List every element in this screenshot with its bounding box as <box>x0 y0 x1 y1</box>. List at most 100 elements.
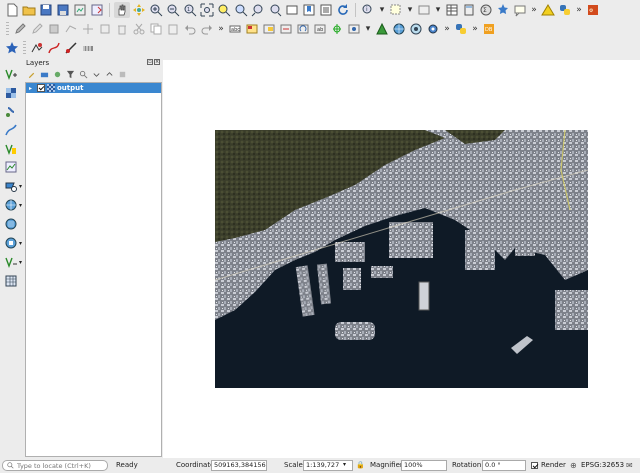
label-move-icon[interactable] <box>278 21 294 37</box>
star-icon[interactable] <box>4 40 20 56</box>
topology-icon[interactable] <box>63 40 79 56</box>
expand-all-icon[interactable] <box>91 69 102 80</box>
add-wms-icon[interactable] <box>3 141 19 157</box>
filter-icon[interactable] <box>65 69 76 80</box>
style-brush-icon[interactable] <box>26 69 37 80</box>
pan-hand-icon[interactable] <box>114 2 130 18</box>
float-panel-icon[interactable]: ▫ <box>147 59 153 65</box>
label-icon[interactable]: abc <box>227 21 243 37</box>
new-map-view-icon[interactable] <box>284 2 300 18</box>
identify-icon[interactable]: i <box>360 2 376 18</box>
measure-icon[interactable] <box>495 2 511 18</box>
zoom-in-icon[interactable] <box>148 2 164 18</box>
crs-label[interactable]: EPSG:32653 <box>581 461 624 469</box>
render-checkbox[interactable] <box>531 462 538 469</box>
deselect-icon[interactable] <box>416 2 432 18</box>
digitize-curve-icon[interactable] <box>46 40 62 56</box>
layout-manager-icon[interactable] <box>89 2 105 18</box>
zoom-native-icon[interactable]: 1 <box>182 2 198 18</box>
add-group-icon[interactable] <box>39 69 50 80</box>
digitize-pencil-icon[interactable] <box>12 21 28 37</box>
attribute-grid-icon[interactable] <box>3 273 19 289</box>
tool-red-icon[interactable]: ⚙ <box>585 2 601 18</box>
globe-tool-icon[interactable] <box>391 21 407 37</box>
refresh-icon[interactable] <box>335 2 351 18</box>
zoom-to-selection-icon[interactable] <box>216 2 232 18</box>
layer-visibility-checkbox[interactable] <box>37 84 45 92</box>
map-canvas[interactable] <box>163 60 640 458</box>
lock-scale-icon[interactable]: 🔒 <box>356 461 365 469</box>
db-manager-icon[interactable]: DB <box>481 21 497 37</box>
add-vector-layer-icon[interactable] <box>3 66 19 82</box>
collapse-all-icon[interactable] <box>104 69 115 80</box>
python-icon[interactable] <box>557 2 573 18</box>
magnifier-spinbox[interactable]: 100% <box>401 460 447 471</box>
geometry-checker-icon[interactable] <box>29 40 45 56</box>
statistics-icon[interactable]: Σ <box>478 2 494 18</box>
locator-input[interactable] <box>17 461 107 470</box>
zoom-out-icon[interactable] <box>165 2 181 18</box>
print-layout-icon[interactable] <box>72 2 88 18</box>
add-wcs-icon[interactable] <box>3 159 19 175</box>
delete-selected-icon[interactable] <box>114 21 130 37</box>
gps-icon[interactable] <box>329 21 345 37</box>
annotation-icon[interactable] <box>512 2 528 18</box>
zoom-last-icon[interactable] <box>250 2 266 18</box>
add-wmts-icon[interactable] <box>3 197 19 213</box>
label-show-icon[interactable] <box>346 21 362 37</box>
rotation-spinbox[interactable]: 0.0 ° <box>482 460 526 471</box>
zoom-to-layer-icon[interactable] <box>233 2 249 18</box>
save-edits-icon[interactable] <box>46 21 62 37</box>
layers-tree[interactable]: ▸ output <box>25 82 162 457</box>
messages-icon[interactable]: ✉ <box>626 461 633 470</box>
show-bookmarks-icon[interactable] <box>318 2 334 18</box>
add-spatialite-icon[interactable] <box>3 104 19 120</box>
add-virtual-layer-icon[interactable] <box>3 235 19 251</box>
new-shapefile-icon[interactable] <box>3 254 19 270</box>
grass-icon[interactable] <box>80 40 96 56</box>
coordinate-capture-icon[interactable] <box>408 21 424 37</box>
plugin-warning-icon[interactable] <box>540 2 556 18</box>
triangle-tool-icon[interactable] <box>374 21 390 37</box>
processing-gear-icon[interactable] <box>425 21 441 37</box>
paste-icon[interactable] <box>165 21 181 37</box>
python-console-icon[interactable] <box>453 21 469 37</box>
bookmark-icon[interactable] <box>301 2 317 18</box>
label-pin-icon[interactable] <box>244 21 260 37</box>
scale-dropdown-icon[interactable]: ▾ <box>343 461 346 468</box>
node-tool-icon[interactable] <box>97 21 113 37</box>
open-project-icon[interactable] <box>21 2 37 18</box>
coordinate-field[interactable]: 509163,3841562 <box>211 460 267 471</box>
locator-bar[interactable] <box>2 460 108 471</box>
add-wfs-icon[interactable] <box>3 178 19 194</box>
label-rotate-icon[interactable] <box>295 21 311 37</box>
add-feature-icon[interactable] <box>63 21 79 37</box>
close-panel-icon[interactable]: × <box>154 59 160 65</box>
new-project-icon[interactable] <box>4 2 20 18</box>
zoom-next-icon[interactable] <box>267 2 283 18</box>
manage-visibility-icon[interactable] <box>52 69 63 80</box>
save-as-icon[interactable] <box>55 2 71 18</box>
copy-icon[interactable] <box>148 21 164 37</box>
label-change-icon[interactable]: ab <box>312 21 328 37</box>
layer-item-output[interactable]: ▸ output <box>26 83 161 93</box>
add-delimited-text-icon[interactable] <box>3 216 19 232</box>
move-feature-icon[interactable] <box>80 21 96 37</box>
add-raster-layer-icon[interactable] <box>3 85 19 101</box>
pan-to-selection-icon[interactable] <box>131 2 147 18</box>
save-project-icon[interactable] <box>38 2 54 18</box>
toggle-edit-icon[interactable] <box>29 21 45 37</box>
add-postgis-icon[interactable] <box>3 122 19 138</box>
cut-icon[interactable] <box>131 21 147 37</box>
undo-icon[interactable] <box>182 21 198 37</box>
zoom-full-icon[interactable] <box>199 2 215 18</box>
attribute-table-icon[interactable] <box>444 2 460 18</box>
remove-layer-icon[interactable] <box>117 69 128 80</box>
label-highlight-icon[interactable] <box>261 21 277 37</box>
expand-icon[interactable]: ▸ <box>29 85 35 92</box>
crs-icon[interactable]: ⊕ <box>570 461 577 470</box>
select-icon[interactable] <box>388 2 404 18</box>
redo-icon[interactable] <box>199 21 215 37</box>
field-calculator-icon[interactable] <box>461 2 477 18</box>
filter-legend-icon[interactable] <box>78 69 89 80</box>
